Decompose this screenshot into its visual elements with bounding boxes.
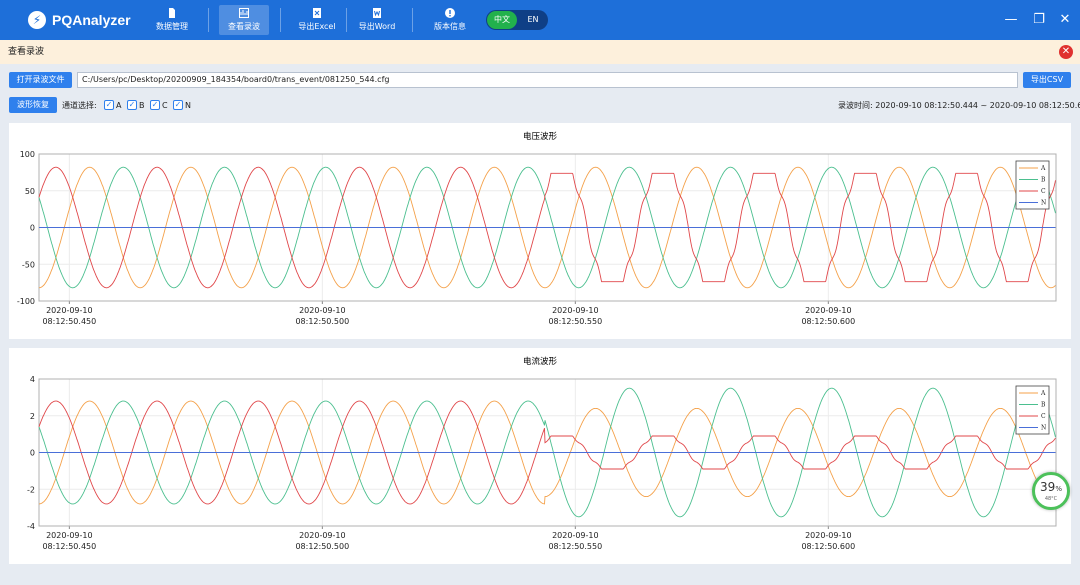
y-tick-label: -2 bbox=[27, 485, 35, 494]
nav-data-management[interactable]: 数据管理 bbox=[146, 5, 198, 35]
language-zh-option[interactable]: 中文 bbox=[487, 11, 517, 29]
legend-label: N bbox=[1041, 200, 1046, 207]
app-name: PQAnalyzer bbox=[52, 12, 131, 28]
channel-n-checkbox[interactable]: ✓ bbox=[173, 100, 183, 110]
channel-c-label: C bbox=[162, 101, 168, 110]
y-tick-label: -50 bbox=[22, 260, 35, 269]
channel-c-checkbox[interactable]: ✓ bbox=[150, 100, 160, 110]
nav-divider bbox=[280, 8, 281, 32]
legend-label: B bbox=[1041, 177, 1046, 184]
x-tick-time: 08:12:50.500 bbox=[295, 542, 349, 551]
x-tick-date: 2020-09-10 bbox=[552, 306, 599, 315]
file-icon bbox=[169, 8, 175, 18]
y-tick-label: 2 bbox=[30, 412, 35, 421]
cpu-usage-gauge: 39% 48°C bbox=[1032, 472, 1070, 510]
y-tick-label: 0 bbox=[30, 224, 35, 233]
page-header: 查看录波 ✕ bbox=[0, 40, 1080, 64]
open-recording-button[interactable]: 打开录波文件 bbox=[9, 72, 72, 88]
x-tick-date: 2020-09-10 bbox=[552, 531, 599, 540]
legend-label: A bbox=[1040, 390, 1046, 397]
nav-divider bbox=[208, 8, 209, 32]
restore-icon[interactable]: ❐ bbox=[1032, 12, 1046, 28]
x-tick-time: 08:12:50.600 bbox=[801, 542, 855, 551]
close-window-icon[interactable]: ✕ bbox=[1058, 12, 1072, 28]
x-tick-time: 08:12:50.450 bbox=[42, 317, 96, 326]
word-icon bbox=[373, 8, 381, 18]
y-tick-label: -4 bbox=[27, 522, 35, 531]
channel-a-checkbox[interactable]: ✓ bbox=[104, 100, 114, 110]
nav-label: 版本信息 bbox=[434, 22, 466, 31]
y-tick-label: -100 bbox=[17, 297, 35, 306]
nav-label: 导出Excel bbox=[298, 22, 336, 31]
app-logo-icon: ⚡ bbox=[28, 11, 46, 29]
page-title: 查看录波 bbox=[8, 47, 45, 57]
title-bar: ⚡ PQAnalyzer 数据管理 查看录波 导出Excel 导出Word 版本… bbox=[0, 0, 1080, 40]
restore-waveform-button[interactable]: 波形恢复 bbox=[9, 97, 57, 113]
waveform-icon bbox=[239, 8, 249, 18]
voltage-chart[interactable]: 电压波形 100 50 0 -50 -100 2020-09-10 08:12:50.450 2… bbox=[9, 123, 1071, 339]
channel-b-checkbox[interactable]: ✓ bbox=[127, 100, 137, 110]
nav-label: 查看录波 bbox=[228, 22, 260, 31]
excel-icon bbox=[313, 8, 321, 18]
x-tick-time: 08:12:50.600 bbox=[801, 317, 855, 326]
x-tick-date: 2020-09-10 bbox=[299, 531, 346, 540]
gauge-temperature: 48°C bbox=[1044, 496, 1058, 502]
voltage-chart-panel[interactable]: 电压波形 100 50 0 -50 -100 2020-09-10 08:12:50.450 2… bbox=[9, 123, 1071, 339]
y-tick-label: 0 bbox=[30, 449, 35, 458]
y-tick-label: 50 bbox=[25, 187, 35, 196]
y-tick-label: 4 bbox=[30, 375, 35, 384]
x-tick-date: 2020-09-10 bbox=[46, 531, 93, 540]
y-tick-label: 100 bbox=[20, 150, 35, 159]
legend-label: C bbox=[1041, 188, 1046, 195]
nav-divider bbox=[346, 8, 347, 32]
x-tick-time: 08:12:50.550 bbox=[548, 542, 602, 551]
file-path-field[interactable]: C:/Users/pc/Desktop/20200909_184354/boar… bbox=[77, 72, 1018, 88]
nav-view-waveform[interactable]: 查看录波 bbox=[219, 5, 269, 35]
chart-title: 电流波形 bbox=[523, 356, 558, 367]
nav-export-word[interactable]: 导出Word bbox=[352, 5, 402, 35]
channel-select-label: 通道选择: bbox=[62, 101, 97, 110]
language-toggle[interactable]: 中文 EN bbox=[486, 10, 548, 30]
info-icon bbox=[445, 8, 455, 18]
x-tick-date: 2020-09-10 bbox=[805, 531, 852, 540]
channel-b-label: B bbox=[139, 101, 145, 110]
channel-a-label: A bbox=[116, 101, 122, 110]
legend-label: B bbox=[1041, 402, 1046, 409]
nav-version-info[interactable]: 版本信息 bbox=[424, 5, 476, 35]
record-time: 录波时间: 2020-09-10 08:12:50.444 ~ 2020-09-… bbox=[838, 101, 1080, 110]
x-tick-date: 2020-09-10 bbox=[805, 306, 852, 315]
nav-label: 数据管理 bbox=[156, 22, 188, 31]
close-page-icon[interactable]: ✕ bbox=[1059, 45, 1073, 59]
x-tick-time: 08:12:50.500 bbox=[295, 317, 349, 326]
x-tick-date: 2020-09-10 bbox=[299, 306, 346, 315]
minimize-icon[interactable]: — bbox=[1004, 12, 1018, 28]
nav-export-excel[interactable]: 导出Excel bbox=[292, 5, 342, 35]
legend-label: N bbox=[1041, 425, 1046, 432]
current-chart-panel[interactable]: 电流波形 4 2 0 -2 -4 2020-09-10 08:12:50.450 2020-09… bbox=[9, 348, 1071, 564]
x-tick-time: 08:12:50.450 bbox=[42, 542, 96, 551]
legend-label: A bbox=[1040, 165, 1046, 172]
legend-label: C bbox=[1041, 413, 1046, 420]
export-csv-button[interactable]: 导出CSV bbox=[1023, 72, 1071, 88]
x-tick-time: 08:12:50.550 bbox=[548, 317, 602, 326]
language-en-option[interactable]: EN bbox=[522, 11, 544, 29]
x-tick-date: 2020-09-10 bbox=[46, 306, 93, 315]
channel-n-label: N bbox=[185, 101, 191, 110]
nav-label: 导出Word bbox=[358, 22, 396, 31]
nav-divider bbox=[412, 8, 413, 32]
chart-title: 电压波形 bbox=[523, 131, 558, 142]
current-chart[interactable]: 电流波形 4 2 0 -2 -4 2020-09-10 08:12:50.450 2020-09… bbox=[9, 348, 1071, 564]
gauge-value: 39% bbox=[1040, 480, 1062, 494]
